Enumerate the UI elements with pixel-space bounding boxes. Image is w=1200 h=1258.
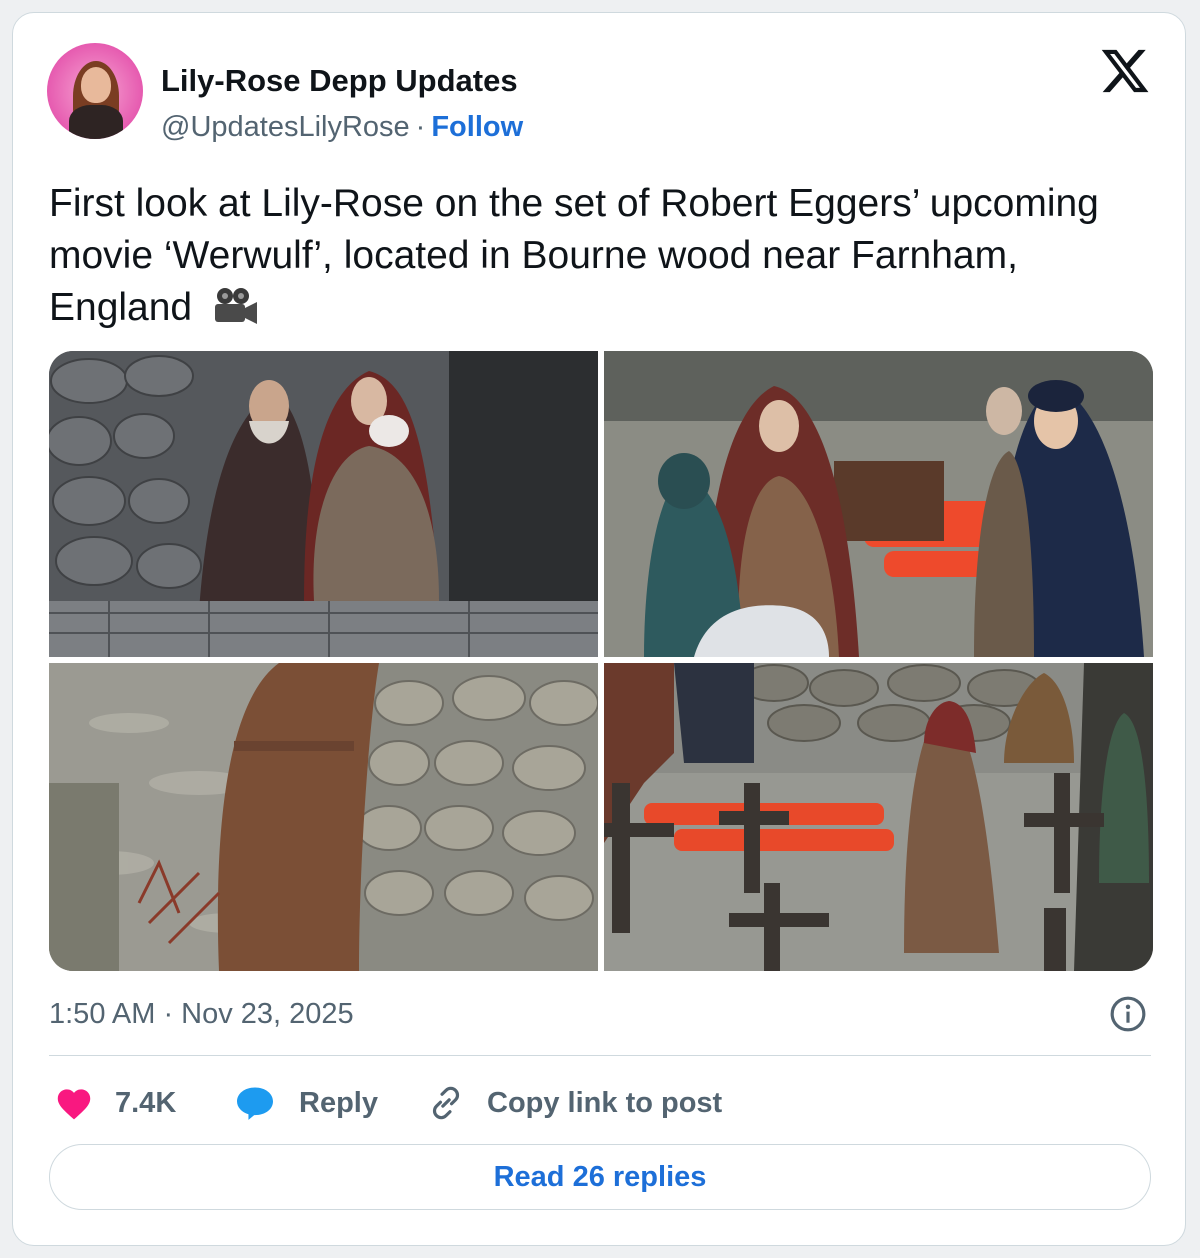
- photo-1[interactable]: [49, 351, 598, 657]
- author-handle-row: @UpdatesLilyRose · Follow: [161, 111, 523, 144]
- tweet-body: First look at Lily-Rose on the set of Ro…: [49, 182, 1099, 329]
- photo-2[interactable]: [604, 351, 1153, 657]
- tweet-text: First look at Lily-Rose on the set of Ro…: [49, 178, 1159, 334]
- heart-icon: [57, 1089, 91, 1120]
- photo-2-image: [604, 351, 1153, 657]
- author-name[interactable]: Lily-Rose Depp Updates: [161, 63, 518, 99]
- x-logo-icon[interactable]: [1099, 45, 1151, 97]
- tweet-embed-card: Lily-Rose Depp Updates @UpdatesLilyRose ·…: [12, 12, 1186, 1246]
- reply-label: Reply: [299, 1086, 378, 1119]
- info-icon[interactable]: [1109, 995, 1147, 1033]
- photo-4-image: [604, 663, 1153, 971]
- film-camera-icon: [214, 288, 257, 324]
- speech-bubble-icon: [237, 1087, 273, 1120]
- avatar[interactable]: [47, 43, 143, 139]
- follow-button[interactable]: Follow: [431, 111, 523, 143]
- photo-4[interactable]: [604, 663, 1153, 971]
- reply-button[interactable]: Reply: [235, 1078, 378, 1128]
- copy-link-label: Copy link to post: [487, 1086, 723, 1119]
- separator-dot: ·: [415, 111, 426, 143]
- divider: [49, 1055, 1151, 1056]
- like-button[interactable]: 7.4K: [55, 1078, 176, 1128]
- author-handle[interactable]: @UpdatesLilyRose: [161, 111, 410, 143]
- photo-3[interactable]: [49, 663, 598, 971]
- copy-link-button[interactable]: Copy link to post: [427, 1078, 722, 1128]
- timestamp[interactable]: 1:50 AM · Nov 23, 2025: [49, 998, 354, 1031]
- photo-3-image: [49, 663, 598, 971]
- action-bar: 7.4K Reply Copy link to post: [49, 1078, 1149, 1128]
- link-icon: [432, 1086, 460, 1120]
- photo-1-image: [49, 351, 598, 657]
- photo-grid: [49, 351, 1153, 971]
- like-count: 7.4K: [115, 1086, 177, 1119]
- read-replies-button[interactable]: Read 26 replies: [49, 1144, 1151, 1210]
